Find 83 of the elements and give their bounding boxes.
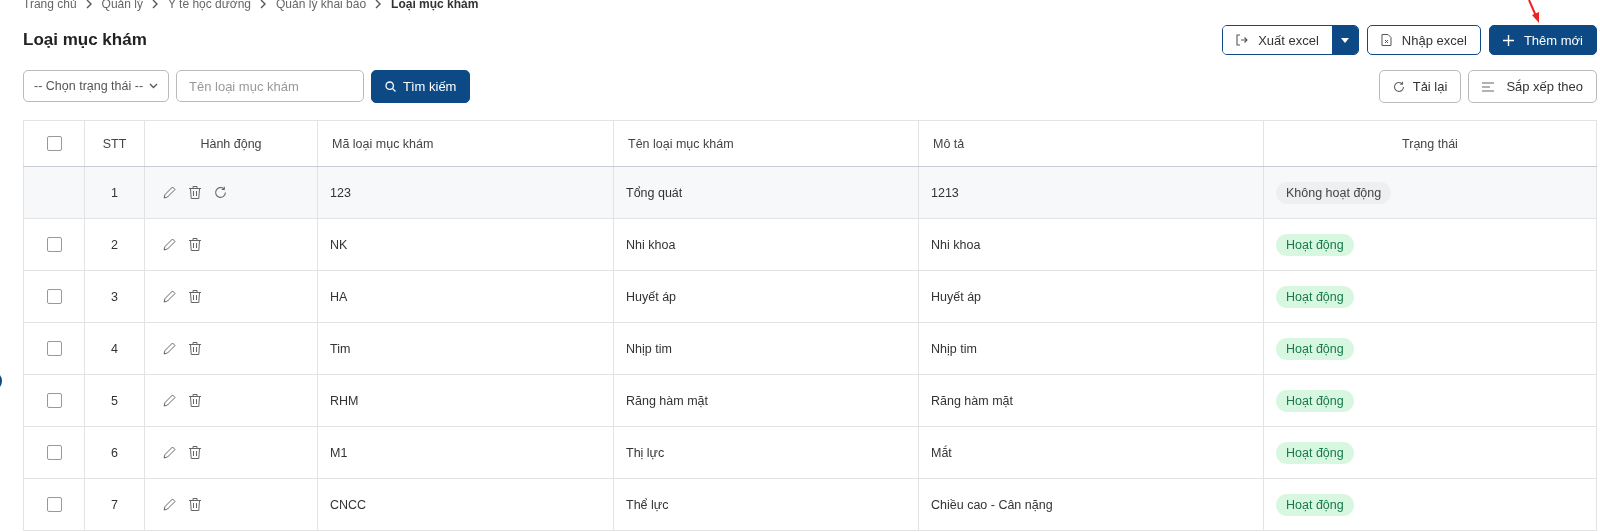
table-cell: CNCC <box>317 478 614 531</box>
column-header: Mô tả <box>918 120 1264 167</box>
pencil-icon[interactable] <box>163 394 176 407</box>
plus-icon <box>1502 34 1514 46</box>
row-checkbox[interactable] <box>46 497 62 513</box>
table-cell: NK <box>317 218 614 271</box>
table-cell: 5 <box>84 374 145 427</box>
status-badge: Hoạt động <box>1276 285 1354 308</box>
pencil-icon[interactable] <box>163 238 176 251</box>
export-icon <box>1236 34 1249 46</box>
status-badge: Hoạt động <box>1276 493 1354 516</box>
trash-icon[interactable] <box>189 186 201 199</box>
chevron-right-icon <box>150 0 160 9</box>
export-dropdown-button[interactable] <box>1331 26 1358 54</box>
table-cell: Răng hàm mặt <box>613 374 919 427</box>
table-cell: Thể lực <box>613 478 919 531</box>
trash-icon[interactable] <box>189 238 201 251</box>
refresh-icon <box>1392 80 1405 93</box>
status-select[interactable]: -- Chọn trạng thái -- <box>23 70 169 102</box>
row-checkbox[interactable] <box>46 393 62 409</box>
table-cell: Nhi khoa <box>918 218 1264 271</box>
status-badge: Hoạt động <box>1276 441 1354 464</box>
table-cell: Thị lực <box>613 426 919 479</box>
table-cell: 7 <box>84 478 145 531</box>
trash-icon[interactable] <box>189 394 201 407</box>
status-badge: Hoạt động <box>1276 337 1354 360</box>
table-cell: 2 <box>84 218 145 271</box>
pencil-icon[interactable] <box>163 446 176 459</box>
pencil-icon[interactable] <box>163 342 176 355</box>
column-header: Tên loại mục khám <box>613 120 919 167</box>
search-button[interactable]: Tìm kiếm <box>371 70 471 103</box>
table-cell: Nhịp tim <box>613 322 919 375</box>
table-cell: Tổng quát <box>613 166 919 219</box>
status-badge: Không hoạt động <box>1276 181 1392 204</box>
table-cell: Nhịp tim <box>918 322 1264 375</box>
column-header: Mã loại mục khám <box>317 120 614 167</box>
table-cell: Huyết áp <box>918 270 1264 323</box>
table-cell: HA <box>317 270 614 323</box>
table-cell: Chiều cao - Cân nặng <box>918 478 1264 531</box>
row-checkbox[interactable] <box>46 445 62 461</box>
column-header: STT <box>84 120 145 167</box>
column-header: Hành động <box>144 120 318 167</box>
table-cell: 6 <box>84 426 145 479</box>
pencil-icon[interactable] <box>163 498 176 511</box>
pencil-icon[interactable] <box>163 290 176 303</box>
table-cell: 1213 <box>918 166 1264 219</box>
caret-icon <box>1340 37 1349 43</box>
row-checkbox[interactable] <box>46 237 62 253</box>
trash-icon[interactable] <box>189 342 201 355</box>
sort-button[interactable]: Sắp xếp theo <box>1468 70 1597 103</box>
page-title: Loại mục khám <box>23 30 147 50</box>
refresh-icon[interactable] <box>214 186 227 199</box>
name-search-field[interactable]: Tên loại mục khám <box>176 70 364 102</box>
table-cell: Tim <box>317 322 614 375</box>
select-all-checkbox[interactable] <box>46 136 62 152</box>
chevron-down-icon <box>149 83 159 89</box>
table-cell: M1 <box>317 426 614 479</box>
trash-icon[interactable] <box>189 290 201 303</box>
search-icon <box>385 81 396 92</box>
table-cell: 123 <box>317 166 614 219</box>
status-badge: Hoạt động <box>1276 233 1354 256</box>
import-excel-button[interactable]: Nhập excel <box>1366 25 1481 55</box>
table-cell: 3 <box>84 270 145 323</box>
annotation-arrow <box>1528 0 1542 24</box>
table-cell: 4 <box>84 322 145 375</box>
status-badge: Hoạt động <box>1276 389 1354 412</box>
row-checkbox[interactable] <box>46 341 62 357</box>
trash-icon[interactable] <box>189 498 201 511</box>
table-cell: Huyết áp <box>613 270 919 323</box>
add-new-button[interactable]: Thêm mới <box>1488 25 1597 55</box>
reload-button[interactable]: Tải lại <box>1378 70 1462 103</box>
table-cell: Mắt <box>918 426 1264 479</box>
table-cell: 1 <box>84 166 145 219</box>
sort-lines-icon <box>1482 81 1495 92</box>
table-cell: Răng hàm mặt <box>918 374 1264 427</box>
table-cell: Nhi khoa <box>613 218 919 271</box>
table-cell: RHM <box>317 374 614 427</box>
column-header: Trạng thái <box>1263 120 1597 167</box>
chevron-right-icon <box>84 0 94 9</box>
row-checkbox[interactable] <box>46 289 62 305</box>
file-icon <box>1380 34 1392 46</box>
trash-icon[interactable] <box>189 446 201 459</box>
pencil-icon[interactable] <box>163 186 176 199</box>
